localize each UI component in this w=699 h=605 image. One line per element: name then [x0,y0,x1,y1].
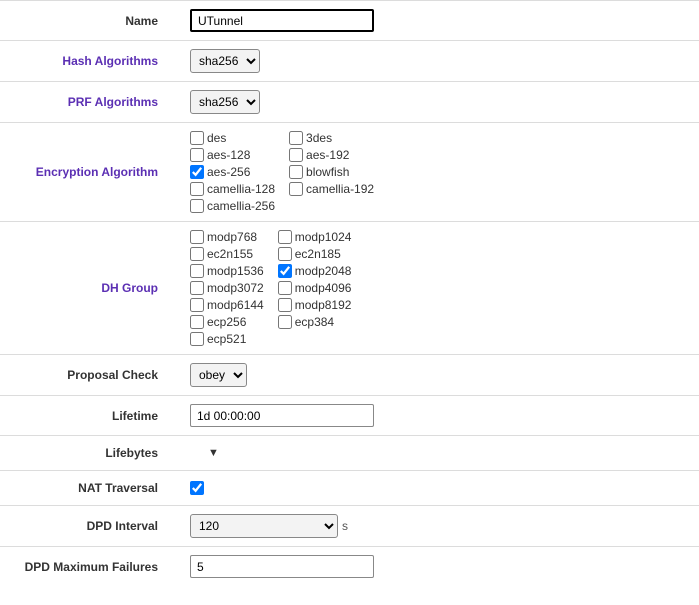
dh-option-label: ecp256 [207,315,246,329]
dh-option: modp1024 [278,230,352,244]
expand-down-icon[interactable]: ▼ [208,447,219,459]
encryption-checkbox[interactable] [190,148,204,162]
nat-traversal-checkbox[interactable] [190,481,204,495]
lifebytes-label: Lifebytes [0,446,190,460]
dh-checkbox[interactable] [278,281,292,295]
dh-option: modp6144 [190,298,264,312]
prf-algorithms-label[interactable]: PRF Algorithms [0,95,190,109]
encryption-option-label: camellia-128 [207,182,275,196]
proposal-check-label: Proposal Check [0,368,190,382]
encryption-checkbox[interactable] [289,148,303,162]
dh-option: modp4096 [278,281,352,295]
encryption-option-label: 3des [306,131,332,145]
encryption-checkbox[interactable] [190,182,204,196]
dh-checkbox[interactable] [278,247,292,261]
hash-algorithms-select[interactable]: sha256 [190,49,260,73]
dh-checkbox[interactable] [278,230,292,244]
dh-option: ecp256 [190,315,264,329]
encryption-option-label: des [207,131,226,145]
lifetime-label: Lifetime [0,409,190,423]
lifetime-input[interactable] [190,404,374,427]
dpd-interval-unit: s [342,519,348,533]
encryption-option: aes-192 [289,148,374,162]
dh-option-label: ecp384 [295,315,334,329]
encryption-option: aes-256 [190,165,275,179]
encryption-checkbox[interactable] [289,165,303,179]
dh-option-label: modp768 [207,230,257,244]
encryption-option: camellia-128 [190,182,275,196]
encryption-checkbox[interactable] [289,182,303,196]
dpd-max-failures-input[interactable] [190,555,374,578]
dh-checkbox[interactable] [278,298,292,312]
dh-option-label: modp4096 [295,281,352,295]
dh-checkbox[interactable] [190,247,204,261]
encryption-checkbox[interactable] [190,165,204,179]
encryption-option-label: blowfish [306,165,349,179]
encryption-option-label: camellia-192 [306,182,374,196]
encryption-algorithm-label[interactable]: Encryption Algorithm [0,165,190,179]
encryption-option: camellia-192 [289,182,374,196]
dh-checkbox[interactable] [190,332,204,346]
dh-option: ecp521 [190,332,264,346]
dh-option-label: modp3072 [207,281,264,295]
encryption-checkbox[interactable] [190,199,204,213]
name-label: Name [0,14,190,28]
name-input[interactable] [190,9,374,32]
encryption-option: camellia-256 [190,199,275,213]
dh-option-label: modp2048 [295,264,352,278]
encryption-option: blowfish [289,165,374,179]
dpd-interval-label: DPD Interval [0,519,190,533]
dpd-max-failures-label: DPD Maximum Failures [0,560,190,574]
dh-checkbox[interactable] [190,281,204,295]
dh-option-label: modp6144 [207,298,264,312]
dh-option: modp768 [190,230,264,244]
nat-traversal-label: NAT Traversal [0,481,190,495]
dh-checkbox[interactable] [278,264,292,278]
dh-checkbox[interactable] [278,315,292,329]
dh-option: modp3072 [190,281,264,295]
encryption-option: des [190,131,275,145]
encryption-checkbox[interactable] [190,131,204,145]
proposal-check-select[interactable]: obey [190,363,247,387]
dh-option-label: ecp521 [207,332,246,346]
encryption-checkbox[interactable] [289,131,303,145]
dh-option-label: modp8192 [295,298,352,312]
dh-option: modp1536 [190,264,264,278]
hash-algorithms-label[interactable]: Hash Algorithms [0,54,190,68]
dh-option-label: modp1024 [295,230,352,244]
dh-checkbox[interactable] [190,315,204,329]
dh-option-label: modp1536 [207,264,264,278]
encryption-option: aes-128 [190,148,275,162]
dh-group-label[interactable]: DH Group [0,281,190,295]
prf-algorithms-select[interactable]: sha256 [190,90,260,114]
dpd-interval-select[interactable]: 120 [190,514,338,538]
dh-option: ecp384 [278,315,352,329]
dh-option: ec2n185 [278,247,352,261]
dh-option-label: ec2n185 [295,247,341,261]
encryption-option-label: camellia-256 [207,199,275,213]
encryption-option-label: aes-256 [207,165,250,179]
dh-option: modp8192 [278,298,352,312]
dh-option: modp2048 [278,264,352,278]
encryption-option-label: aes-128 [207,148,250,162]
dh-group-grid: modp768 ec2n155 modp1536 modp3072 modp6144 ec… [190,230,351,346]
encryption-option-label: aes-192 [306,148,349,162]
dh-option: ec2n155 [190,247,264,261]
dh-option-label: ec2n155 [207,247,253,261]
encryption-option: 3des [289,131,374,145]
dh-checkbox[interactable] [190,230,204,244]
dh-checkbox[interactable] [190,298,204,312]
encryption-algorithm-grid: des aes-128 aes-256 camellia-128 camellia-25… [190,131,374,213]
dh-checkbox[interactable] [190,264,204,278]
